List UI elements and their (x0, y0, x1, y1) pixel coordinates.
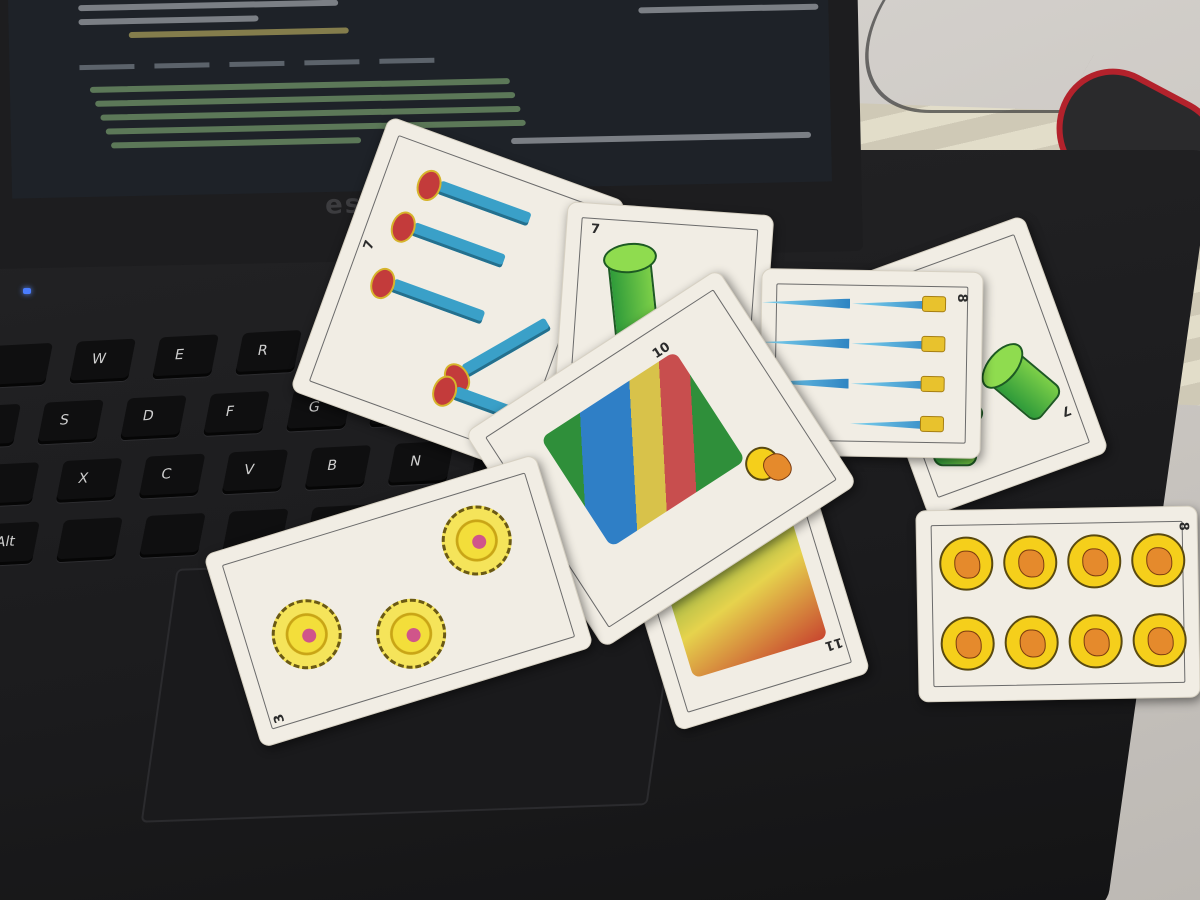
keyboard-key (0, 462, 40, 508)
keyboard-key: C (138, 453, 206, 499)
keyboard-key: X (55, 457, 123, 503)
keyboard-key-label: F (224, 403, 236, 421)
keyboard-key-label: C (159, 466, 173, 483)
keyboard-key: Alt (0, 521, 40, 567)
card-rank: 8 (954, 293, 970, 303)
keyboard-key: R (234, 330, 302, 376)
keyboard-key: F (202, 391, 270, 436)
keyboard-key (0, 403, 21, 449)
keyboard-key (138, 512, 206, 558)
keyboard-key-label: R (256, 342, 270, 360)
card-rank: 8 (1175, 521, 1191, 531)
keyboard-key-label: S (58, 412, 71, 429)
keyboard-key: E (152, 334, 219, 380)
keyboard-key-label: X (76, 470, 90, 487)
keyboard-key: W (69, 338, 136, 384)
photo-scene: es WERTYSDFGHXCVBNMAlt 7 7 7 8 (0, 0, 1200, 900)
keyboard-key: D (119, 395, 187, 441)
card-rank: 7 (590, 221, 601, 238)
keyboard-key-label: N (408, 453, 423, 470)
keyboard-key: S (37, 399, 104, 445)
keyboard-key-label: W (90, 350, 108, 368)
keyboard-key-label: D (141, 407, 156, 425)
keyboard-key: V (221, 449, 289, 495)
keyboard-key-label: Alt (0, 533, 17, 551)
keyboard-key: B (304, 445, 372, 491)
keyboard-key (0, 342, 54, 388)
keyboard-key-label: G (307, 399, 322, 416)
keyboard-key (55, 517, 123, 563)
keyboard-key-label: E (173, 346, 186, 364)
keyboard-key-label: B (325, 457, 339, 475)
terminal-tabs (79, 43, 679, 71)
card-eight-of-coins: 8 (915, 505, 1200, 703)
keyboard-key: N (387, 440, 455, 486)
keyboard-key-label: V (242, 461, 256, 479)
